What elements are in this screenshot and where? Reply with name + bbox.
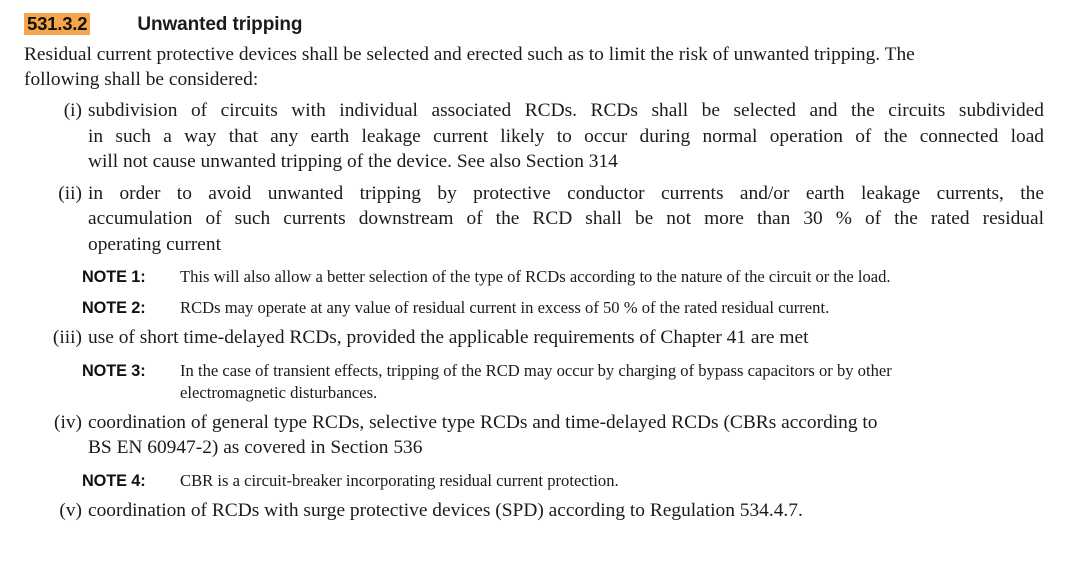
list-item-ii-text: in order to avoid unwanted tripping by p…: [88, 181, 1044, 258]
note-3: NOTE 3: In the case of transient effects…: [0, 360, 1080, 404]
list-item-v-text: coordination of RCDs with surge protecti…: [88, 498, 1044, 524]
list-item-v: (v) coordination of RCDs with surge prot…: [0, 498, 1080, 524]
note-4-text: CBR is a circuit-breaker incorporating r…: [180, 470, 1046, 492]
list-marker-iv: (iv): [54, 411, 82, 433]
note-1: NOTE 1: This will also allow a better se…: [0, 266, 1080, 288]
intro-paragraph: Residual current protective devices shal…: [0, 34, 1080, 92]
note-3-label: NOTE 3:: [82, 361, 146, 380]
note-2-text: RCDs may operate at any value of residua…: [180, 297, 1046, 319]
list-item-iv: (iv) coordination of general type RCDs, …: [0, 410, 1080, 461]
list-item-ii-line-3: operating current: [88, 233, 221, 255]
list-item-iv-line-2: BS EN 60947-2) as covered in Section 536: [88, 437, 423, 458]
note-2-line-1: RCDs may operate at any value of residua…: [180, 298, 830, 317]
list-item-ii: (ii) in order to avoid unwanted tripping…: [0, 181, 1080, 258]
list-item-i-line-3: will not cause unwanted tripping of the …: [88, 151, 618, 172]
list-item-i-text: subdivision of circuits with individual …: [88, 98, 1044, 175]
note-4: NOTE 4: CBR is a circuit-breaker incorpo…: [0, 470, 1080, 492]
note-2: NOTE 2: RCDs may operate at any value of…: [0, 297, 1080, 319]
clause-number-highlight: 531.3.2: [24, 13, 91, 36]
intro-line-2: following shall be considered:: [24, 69, 259, 90]
list-marker-v: (v): [59, 499, 82, 521]
list-item-i-line-2: in such a way that any earth leakage cur…: [88, 125, 1044, 147]
list-item-iv-line-1: coordination of general type RCDs, selec…: [88, 411, 878, 433]
note-4-line-1: CBR is a circuit-breaker incorporating r…: [180, 470, 619, 490]
document-page: 531.3.2 Unwanted tripping Residual curre…: [0, 0, 1080, 572]
note-3-text: In the case of transient effects, trippi…: [180, 360, 1046, 404]
list-marker-i: (i): [63, 100, 82, 121]
note-3-line-1: In the case of transient effects, trippi…: [180, 360, 892, 380]
list-item-ii-line-1: in order to avoid unwanted tripping by p…: [88, 182, 1044, 204]
note-1-label: NOTE 1:: [82, 268, 146, 286]
note-1-text: This will also allow a better selection …: [180, 266, 1046, 288]
list-item-v-line-1: coordination of RCDs with surge protecti…: [88, 499, 803, 521]
list-marker-iii: (iii): [52, 327, 82, 348]
list-marker-ii: (ii): [58, 182, 82, 204]
list-item-ii-line-2: accumulation of such currents downstream…: [88, 208, 1044, 229]
list-item-iii: (iii) use of short time-delayed RCDs, pr…: [0, 325, 1080, 351]
note-2-label: NOTE 2:: [82, 299, 146, 317]
list-item-iii-line-1: use of short time-delayed RCDs, provided…: [88, 327, 809, 348]
note-1-line-1: This will also allow a better selection …: [180, 267, 891, 286]
list-item-iii-text: use of short time-delayed RCDs, provided…: [88, 325, 1044, 351]
page-title: Unwanted tripping: [137, 14, 303, 35]
list-item-i: (i) subdivision of circuits with individ…: [0, 98, 1080, 175]
note-3-line-2: electromagnetic disturbances.: [180, 382, 378, 402]
list-item-iv-text: coordination of general type RCDs, selec…: [88, 410, 1044, 461]
note-4-label: NOTE 4:: [82, 471, 146, 490]
clause-heading: 531.3.2 Unwanted tripping: [0, 0, 1080, 36]
intro-line-1: Residual current protective devices shal…: [24, 44, 915, 65]
list-item-i-line-1: subdivision of circuits with individual …: [88, 100, 1044, 121]
